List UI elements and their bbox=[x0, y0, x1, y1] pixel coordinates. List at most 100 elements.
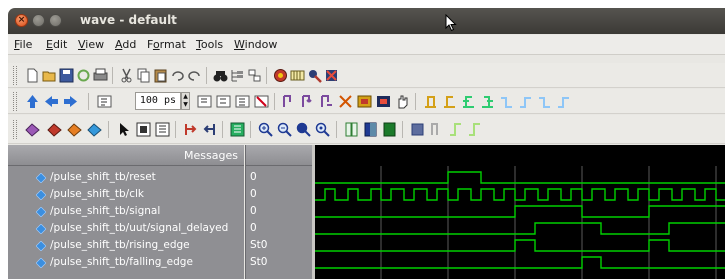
signal-row[interactable]: /pulse_shift_tb/rising_edge bbox=[8, 238, 244, 255]
edit-mode-icon[interactable] bbox=[154, 121, 171, 138]
menu-tools[interactable]: Tools bbox=[196, 38, 223, 51]
zoom-cursor-icon[interactable] bbox=[314, 121, 331, 138]
falling-edge-icon[interactable] bbox=[498, 93, 515, 110]
undo-icon[interactable] bbox=[169, 67, 186, 84]
cursor-prev-icon[interactable] bbox=[441, 93, 458, 110]
edge-prev-icon[interactable] bbox=[460, 93, 477, 110]
break-sim-icon[interactable] bbox=[253, 93, 270, 110]
toolbar-simulation: 100 ps ▲ ▼ bbox=[8, 89, 725, 114]
messages-header[interactable]: Messages bbox=[8, 145, 244, 166]
select-pointer-icon[interactable] bbox=[116, 121, 133, 138]
signal-row[interactable]: /pulse_shift_tb/clk bbox=[8, 187, 244, 204]
wave-clk[interactable] bbox=[315, 188, 725, 201]
new-file-icon[interactable] bbox=[24, 67, 41, 84]
step-icon[interactable] bbox=[280, 93, 297, 110]
wave-falling-edge[interactable] bbox=[315, 256, 725, 269]
menu-view[interactable]: View bbox=[78, 38, 104, 51]
close-window-button[interactable]: × bbox=[15, 14, 28, 27]
menu-edit-mnemonic: E bbox=[46, 38, 53, 51]
zoom-mode-icon[interactable] bbox=[135, 121, 152, 138]
wave-signal[interactable] bbox=[315, 205, 725, 218]
menu-window-mnemonic: W bbox=[234, 38, 245, 51]
signal-row[interactable]: /pulse_shift_tb/falling_edge bbox=[8, 255, 244, 272]
paste-icon[interactable] bbox=[152, 67, 169, 84]
signal-diamond-icon bbox=[36, 258, 46, 268]
maximize-window-button[interactable] bbox=[49, 14, 62, 27]
menu-window[interactable]: Window bbox=[234, 38, 277, 51]
step-out-icon[interactable] bbox=[318, 93, 335, 110]
edge-first-icon[interactable] bbox=[536, 93, 553, 110]
wave-rise-icon[interactable] bbox=[447, 121, 464, 138]
arrow-left-icon[interactable] bbox=[43, 93, 60, 110]
menu-file[interactable]: File bbox=[14, 38, 32, 51]
hand-icon[interactable] bbox=[394, 93, 411, 110]
reload-icon[interactable] bbox=[75, 67, 92, 84]
minimize-window-button[interactable] bbox=[32, 14, 45, 27]
run-length-spinner[interactable]: ▲ ▼ bbox=[181, 92, 190, 110]
menu-edit[interactable]: Edit bbox=[46, 38, 67, 51]
print-icon[interactable] bbox=[92, 67, 109, 84]
insert-cursor-icon[interactable] bbox=[182, 121, 199, 138]
wave-signal-delayed[interactable] bbox=[315, 222, 725, 235]
run-length-input[interactable]: 100 ps bbox=[135, 92, 181, 110]
format-icon[interactable] bbox=[229, 121, 246, 138]
wave-fall-icon[interactable] bbox=[466, 121, 483, 138]
menu-format[interactable]: Format bbox=[147, 38, 186, 51]
zoom-in-icon[interactable] bbox=[257, 121, 274, 138]
hierarchy-icon[interactable] bbox=[246, 67, 263, 84]
lock-cursor-icon[interactable] bbox=[343, 121, 360, 138]
restart-icon[interactable] bbox=[96, 93, 113, 110]
signal-row[interactable]: /pulse_shift_tb/reset bbox=[8, 170, 244, 187]
save-icon[interactable] bbox=[58, 67, 75, 84]
wave-insert-icon[interactable] bbox=[46, 121, 63, 138]
tree-icon[interactable] bbox=[229, 67, 246, 84]
stop-icon[interactable] bbox=[337, 93, 354, 110]
toolbar-grip[interactable] bbox=[13, 120, 17, 139]
highlight-icon[interactable] bbox=[381, 121, 398, 138]
menu-add[interactable]: Add bbox=[115, 38, 136, 51]
signal-row[interactable]: /pulse_shift_tb/uut/signal_delayed bbox=[8, 221, 244, 238]
objects-icon[interactable] bbox=[375, 93, 392, 110]
wave-group-icon[interactable] bbox=[66, 121, 83, 138]
wave-add-icon[interactable] bbox=[24, 121, 41, 138]
redo-icon[interactable] bbox=[186, 67, 203, 84]
cut-icon[interactable] bbox=[118, 67, 135, 84]
open-folder-icon[interactable] bbox=[41, 67, 58, 84]
toolbar-separator bbox=[88, 93, 89, 110]
arrow-up-icon[interactable] bbox=[24, 93, 41, 110]
waveform-pane[interactable] bbox=[315, 145, 725, 279]
profile-icon[interactable] bbox=[306, 67, 323, 84]
continue-run-icon[interactable] bbox=[215, 93, 232, 110]
find-binoculars-icon[interactable] bbox=[212, 67, 229, 84]
edge-last-icon[interactable] bbox=[555, 93, 572, 110]
cursor-pair-icon[interactable] bbox=[362, 121, 379, 138]
values-header[interactable] bbox=[246, 145, 313, 166]
toolbar-grip[interactable] bbox=[13, 66, 17, 85]
title-bar[interactable]: × wave - default bbox=[8, 8, 725, 34]
arrow-right-icon[interactable] bbox=[62, 93, 79, 110]
delete-cursor-icon[interactable] bbox=[201, 121, 218, 138]
wave-divider-icon[interactable] bbox=[86, 121, 103, 138]
waveform-canvas[interactable] bbox=[315, 145, 725, 279]
run-icon[interactable] bbox=[196, 93, 213, 110]
cursor-first-icon[interactable] bbox=[422, 93, 439, 110]
run-all-icon[interactable] bbox=[234, 93, 251, 110]
edge-next-icon[interactable] bbox=[479, 93, 496, 110]
toolbar-grip[interactable] bbox=[13, 92, 17, 111]
zoom-full-icon[interactable] bbox=[295, 121, 312, 138]
wave-step-icon[interactable] bbox=[428, 121, 445, 138]
memory-icon[interactable] bbox=[289, 67, 306, 84]
step-over-icon[interactable] bbox=[299, 93, 316, 110]
rising-edge-icon[interactable] bbox=[517, 93, 534, 110]
wave-rising-edge[interactable] bbox=[315, 239, 725, 252]
dataflow-icon[interactable] bbox=[272, 67, 289, 84]
signal-value: 0 bbox=[250, 222, 257, 234]
break-icon[interactable] bbox=[323, 67, 340, 84]
wave-reset[interactable] bbox=[315, 171, 725, 184]
copy-icon[interactable] bbox=[135, 67, 152, 84]
expand-bus-icon[interactable] bbox=[409, 121, 426, 138]
list-icon[interactable] bbox=[356, 93, 373, 110]
toolbar-separator bbox=[274, 93, 275, 110]
signal-row[interactable]: /pulse_shift_tb/signal bbox=[8, 204, 244, 221]
zoom-out-icon[interactable] bbox=[276, 121, 293, 138]
